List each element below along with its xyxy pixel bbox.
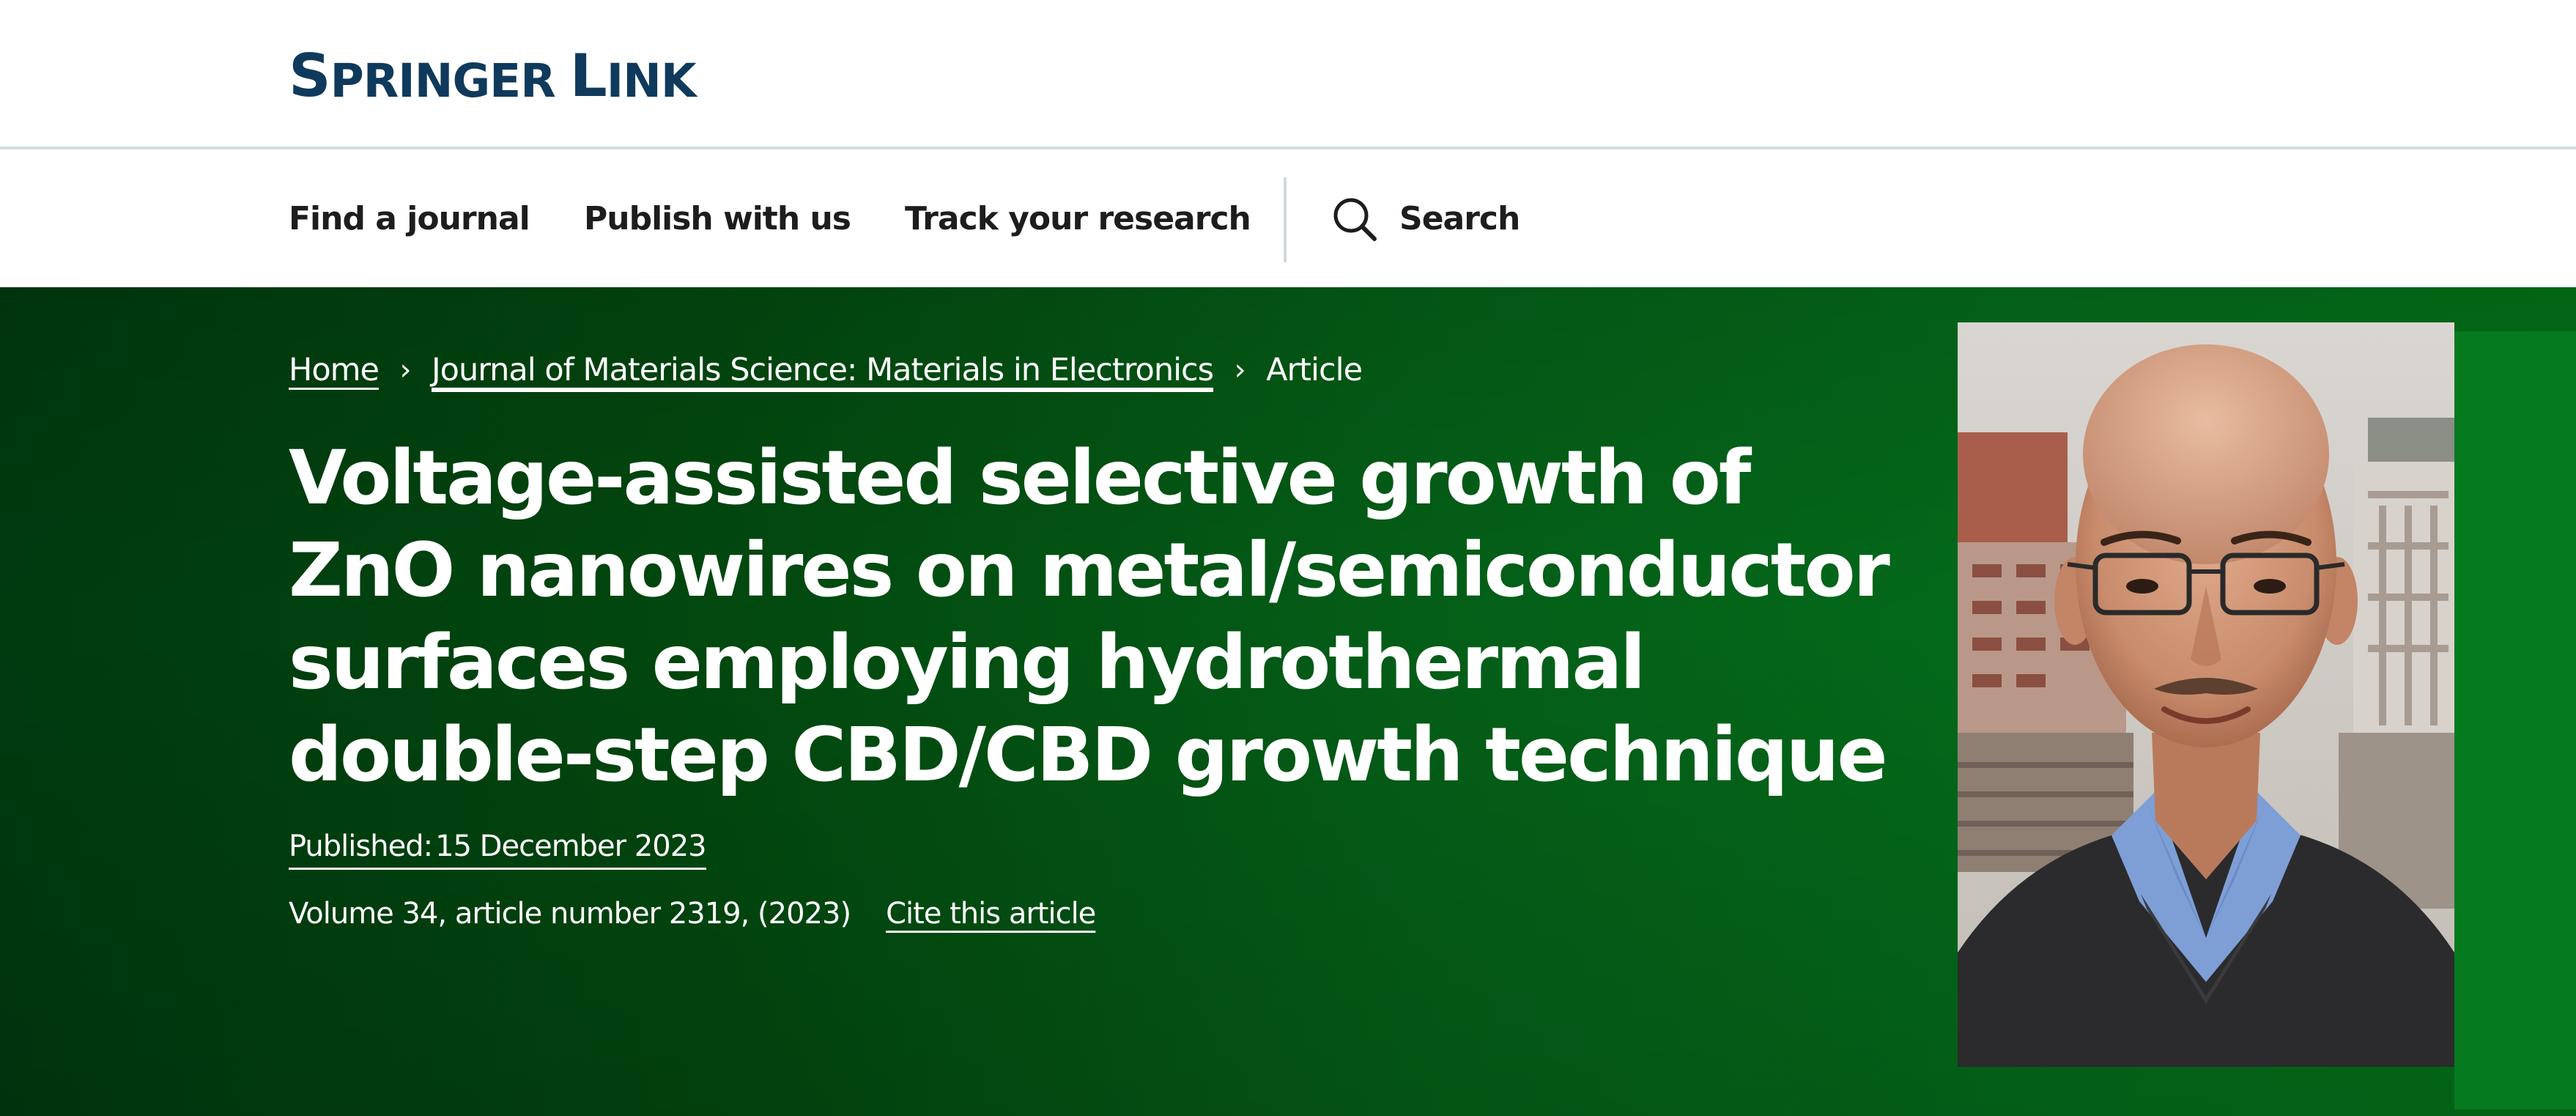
logo-initial-l: L [569, 42, 607, 110]
published-date-link[interactable]: Published: 15 December 2023 [289, 829, 707, 870]
published-date: 15 December 2023 [435, 829, 707, 863]
springer-link-logo[interactable]: S PRINGER L INK [289, 40, 697, 110]
breadcrumb-home[interactable]: Home [289, 352, 380, 388]
nav-find-a-journal[interactable]: Find a journal [289, 149, 530, 287]
breadcrumb-journal[interactable]: Journal of Materials Science: Materials … [432, 352, 1214, 388]
search-button[interactable]: Search [1399, 149, 1520, 287]
breadcrumb-chevron-icon: › [399, 353, 411, 387]
nav-track-your-research[interactable]: Track your research [905, 149, 1251, 287]
logo-text-ink: INK [606, 54, 697, 108]
author-photo [1958, 322, 2454, 1067]
cite-this-article-link[interactable]: Cite this article [886, 897, 1096, 931]
logo-initial-s: S [289, 42, 331, 110]
nav-divider [1284, 177, 1287, 262]
breadcrumb: Home › Journal of Materials Science: Mat… [289, 346, 1363, 394]
nav-publish-with-us[interactable]: Publish with us [584, 149, 851, 287]
published-label: Published: [289, 829, 433, 863]
article-hero: Home › Journal of Materials Science: Mat… [0, 287, 2576, 1116]
breadcrumb-current: Article [1266, 352, 1363, 388]
breadcrumb-chevron-icon: › [1234, 353, 1246, 387]
main-nav: Find a journal Publish with us Track you… [0, 149, 2576, 287]
article-title: Voltage-assisted selective growth of ZnO… [289, 435, 1890, 799]
volume-info-row: Volume 34, article number 2319, (2023) C… [289, 897, 1096, 931]
logo-text-pringer: PRINGER [330, 54, 556, 108]
volume-info: Volume 34, article number 2319, (2023) [289, 897, 851, 931]
hero-side-panel [2454, 331, 2576, 1109]
site-header: S PRINGER L INK [0, 0, 2576, 149]
search-icon[interactable] [1332, 196, 1377, 242]
